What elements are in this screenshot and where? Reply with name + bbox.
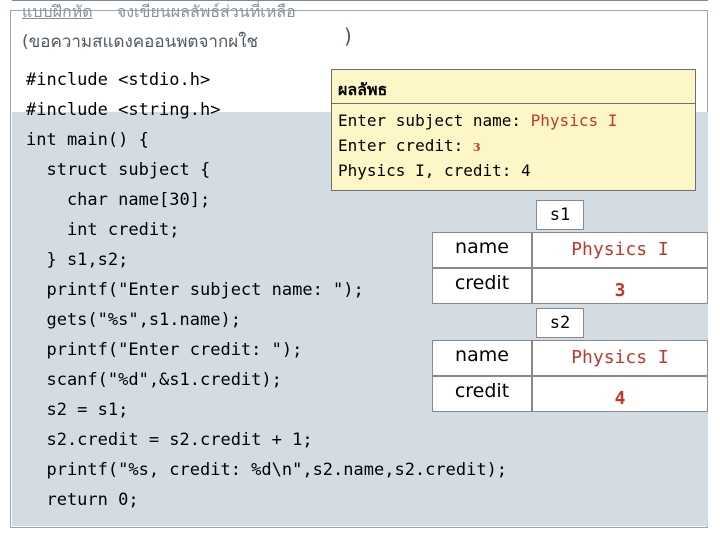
- output-line-3: Physics I, credit: 4: [338, 161, 531, 180]
- struct-s2-label: s2: [536, 308, 584, 338]
- code-line: scanf("%d",&s1.credit);: [26, 370, 282, 390]
- exercise-label: แบบฝึกหัด: [22, 2, 93, 21]
- code-line: int credit;: [26, 220, 180, 240]
- s1-credit-value: 3: [614, 280, 626, 301]
- struct-s1-label: s1: [536, 200, 584, 230]
- slide-subtitle: (ขอความสแดงคออนพตจากผใช: [22, 32, 259, 52]
- code-line: char name[30];: [26, 190, 211, 210]
- code-line: printf("Enter credit: ");: [26, 340, 303, 360]
- code-line: return 0;: [26, 490, 139, 510]
- s2-credit-value: 4: [614, 388, 626, 409]
- output-line-1: Enter subject name: Physics I: [338, 111, 617, 130]
- output-prompt: Enter credit:: [338, 136, 473, 155]
- code-line: s2 = s1;: [26, 400, 129, 420]
- code-line: printf("%s, credit: %d\n",s2.name,s2.cre…: [26, 460, 508, 480]
- code-line: int main() {: [26, 130, 149, 150]
- s1-credit-label: credit: [454, 272, 510, 294]
- exercise-instruction: จงเขียนผลลัพธ์ส่วนที่เหลือ: [116, 2, 296, 21]
- s2-name-value: Physics I: [571, 347, 669, 368]
- code-line: printf("Enter subject name: ");: [26, 280, 364, 300]
- subtitle-close-paren: ): [344, 24, 352, 48]
- output-title: ผลลัพธ: [338, 80, 388, 99]
- s2-credit-label: credit: [454, 380, 510, 402]
- code-line: struct subject {: [26, 160, 211, 180]
- s1-name-label: name: [455, 236, 509, 258]
- code-line: #include <string.h>: [26, 100, 221, 120]
- output-user-input: Physics I: [530, 111, 618, 130]
- code-line: #include <stdio.h>: [26, 70, 211, 90]
- output-user-input: 3: [472, 141, 481, 154]
- s2-name-label: name: [455, 344, 509, 366]
- code-line: } s1,s2;: [26, 250, 129, 270]
- slide-title: แบบฝึกหัด จงเขียนผลลัพธ์ส่วนที่เหลือ: [22, 0, 296, 25]
- code-line: s2.credit = s2.credit + 1;: [26, 430, 313, 450]
- output-divider: [331, 103, 696, 104]
- output-line-2: Enter credit: 3: [338, 136, 481, 155]
- output-prompt: Enter subject name:: [338, 111, 531, 130]
- s1-name-value: Physics I: [571, 239, 669, 260]
- code-line: gets("%s",s1.name);: [26, 310, 241, 330]
